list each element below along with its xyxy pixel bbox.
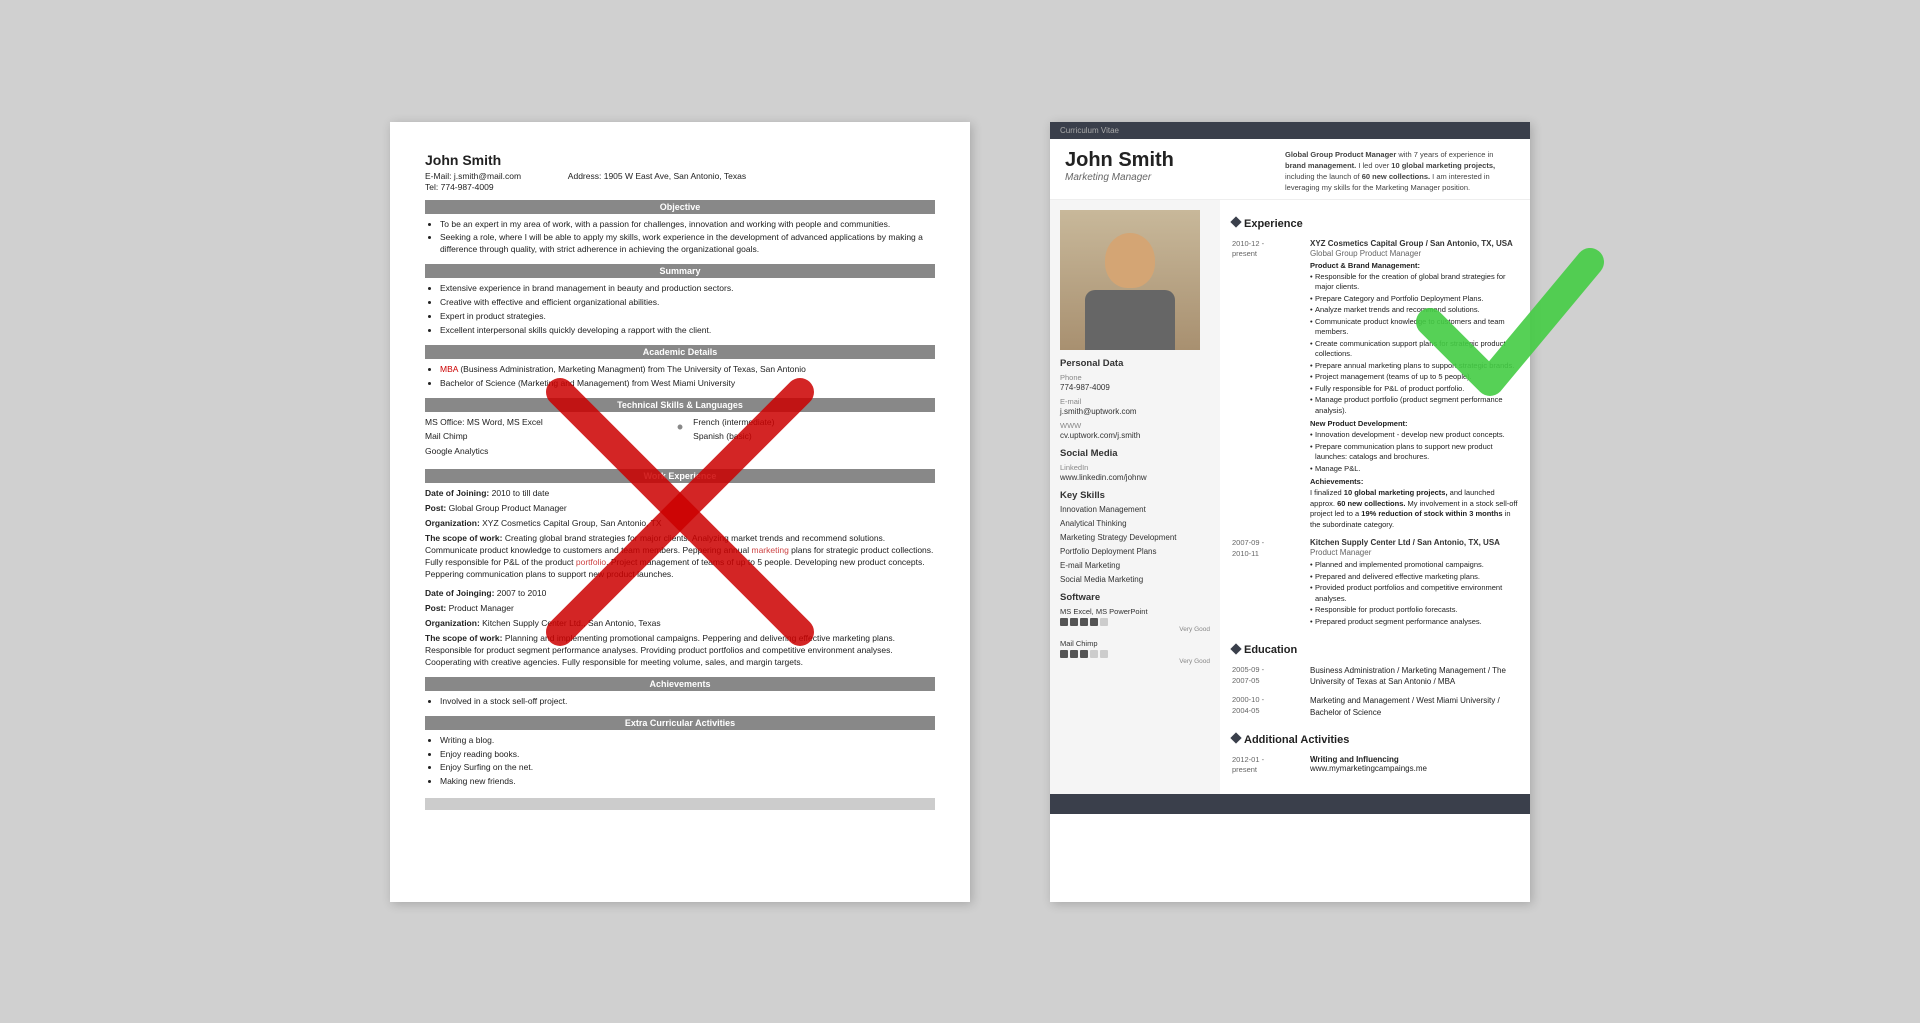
edu-entry-2: 2000-10 -2004-05 Marketing and Managemen…: [1232, 695, 1518, 717]
academic-header: Academic Details: [425, 345, 935, 359]
work-entry-2: Date of Joinging: 2007 to 2010 Post: Pro…: [425, 588, 935, 668]
work-header: Work Experience: [425, 469, 935, 483]
skills-list: Innovation Management Analytical Thinkin…: [1060, 505, 1210, 584]
resume-good: Curriculum Vitae John Smith Marketing Ma…: [1050, 122, 1530, 902]
linkedin-value: www.linkedin.com/johnw: [1060, 473, 1210, 482]
personal-data-title: Personal Data: [1060, 358, 1210, 369]
cv-bottom-bar: [1050, 794, 1530, 814]
education-section-header: Education: [1232, 636, 1518, 661]
cv-left-column: Personal Data Phone 774-987-4009 E-mail …: [1050, 200, 1220, 794]
activities-diamond-icon: [1230, 733, 1241, 744]
resume-bad: John Smith E-Mail: j.smith@mail.com Addr…: [390, 122, 970, 902]
edu-entry-1: 2005-09 -2007-05 Business Administration…: [1232, 665, 1518, 687]
experience-diamond-icon: [1230, 216, 1241, 227]
experience-title: Experience: [1244, 218, 1303, 230]
cv-header: John Smith Marketing Manager Global Grou…: [1050, 139, 1530, 200]
achievements-list: Involved in a stock sell-off project.: [440, 696, 935, 708]
objective-list: To be an expert in my area of work, with…: [440, 219, 935, 257]
activities-section-header: Additional Activities: [1232, 726, 1518, 751]
summary-header: Summary: [425, 264, 935, 278]
education-title: Education: [1244, 644, 1297, 656]
summary-text: Global Group Product Manager with 7 year…: [1285, 149, 1515, 194]
summary-list: Extensive experience in brand management…: [440, 283, 935, 337]
activities-title: Additional Activities: [1244, 734, 1349, 746]
technical-header: Technical Skills & Languages: [425, 398, 935, 412]
software-item-mailchimp: Mail Chimp Very Good: [1060, 639, 1210, 665]
extra-header: Extra Curricular Activities: [425, 716, 935, 730]
bottom-bar: [425, 798, 935, 810]
work-entry-1: Date of Joining: 2010 to till date Post:…: [425, 488, 935, 580]
left-email: E-Mail: j.smith@mail.com Address: 1905 W…: [425, 171, 935, 181]
education-diamond-icon: [1230, 643, 1241, 654]
cv-label: Curriculum Vitae: [1050, 122, 1530, 139]
email-value: j.smith@uptwork.com: [1060, 407, 1210, 416]
phone-value: 774-987-4009: [1060, 383, 1210, 392]
software-title: Software: [1060, 592, 1210, 603]
linkedin-label: LinkedIn: [1060, 463, 1210, 472]
www-label: WWW: [1060, 421, 1210, 430]
exp-entry-2: 2007-09 -2010-11 Kitchen Supply Center L…: [1232, 538, 1518, 628]
cv-photo: [1060, 210, 1200, 350]
technical-content: MS Office: MS Word, MS Excel Mail Chimp …: [425, 417, 935, 462]
social-media-title: Social Media: [1060, 448, 1210, 459]
academic-list: MBA (Business Administration, Marketing …: [440, 364, 935, 390]
key-skills-title: Key Skills: [1060, 490, 1210, 501]
right-name: John Smith: [1065, 149, 1174, 172]
left-tel: Tel: 774-987-4009: [425, 182, 935, 192]
experience-section-header: Experience: [1232, 210, 1518, 235]
software-item-excel: MS Excel, MS PowerPoint Very Good: [1060, 607, 1210, 633]
left-name: John Smith: [425, 152, 935, 168]
activity-entry-1: 2012-01 -present Writing and Influencing…: [1232, 755, 1518, 776]
exp-entry-1: 2010-12 -present XYZ Cosmetics Capital G…: [1232, 239, 1518, 531]
right-title: Marketing Manager: [1065, 172, 1174, 183]
cv-right-column: Experience 2010-12 -present XYZ Cosmetic…: [1220, 200, 1530, 794]
extra-list: Writing a blog. Enjoy reading books. Enj…: [440, 735, 935, 789]
objective-header: Objective: [425, 200, 935, 214]
email-label: E-mail: [1060, 397, 1210, 406]
www-value: cv.uptwork.com/j.smith: [1060, 431, 1210, 440]
cv-body: Personal Data Phone 774-987-4009 E-mail …: [1050, 200, 1530, 794]
phone-label: Phone: [1060, 373, 1210, 382]
achievements-header: Achievements: [425, 677, 935, 691]
